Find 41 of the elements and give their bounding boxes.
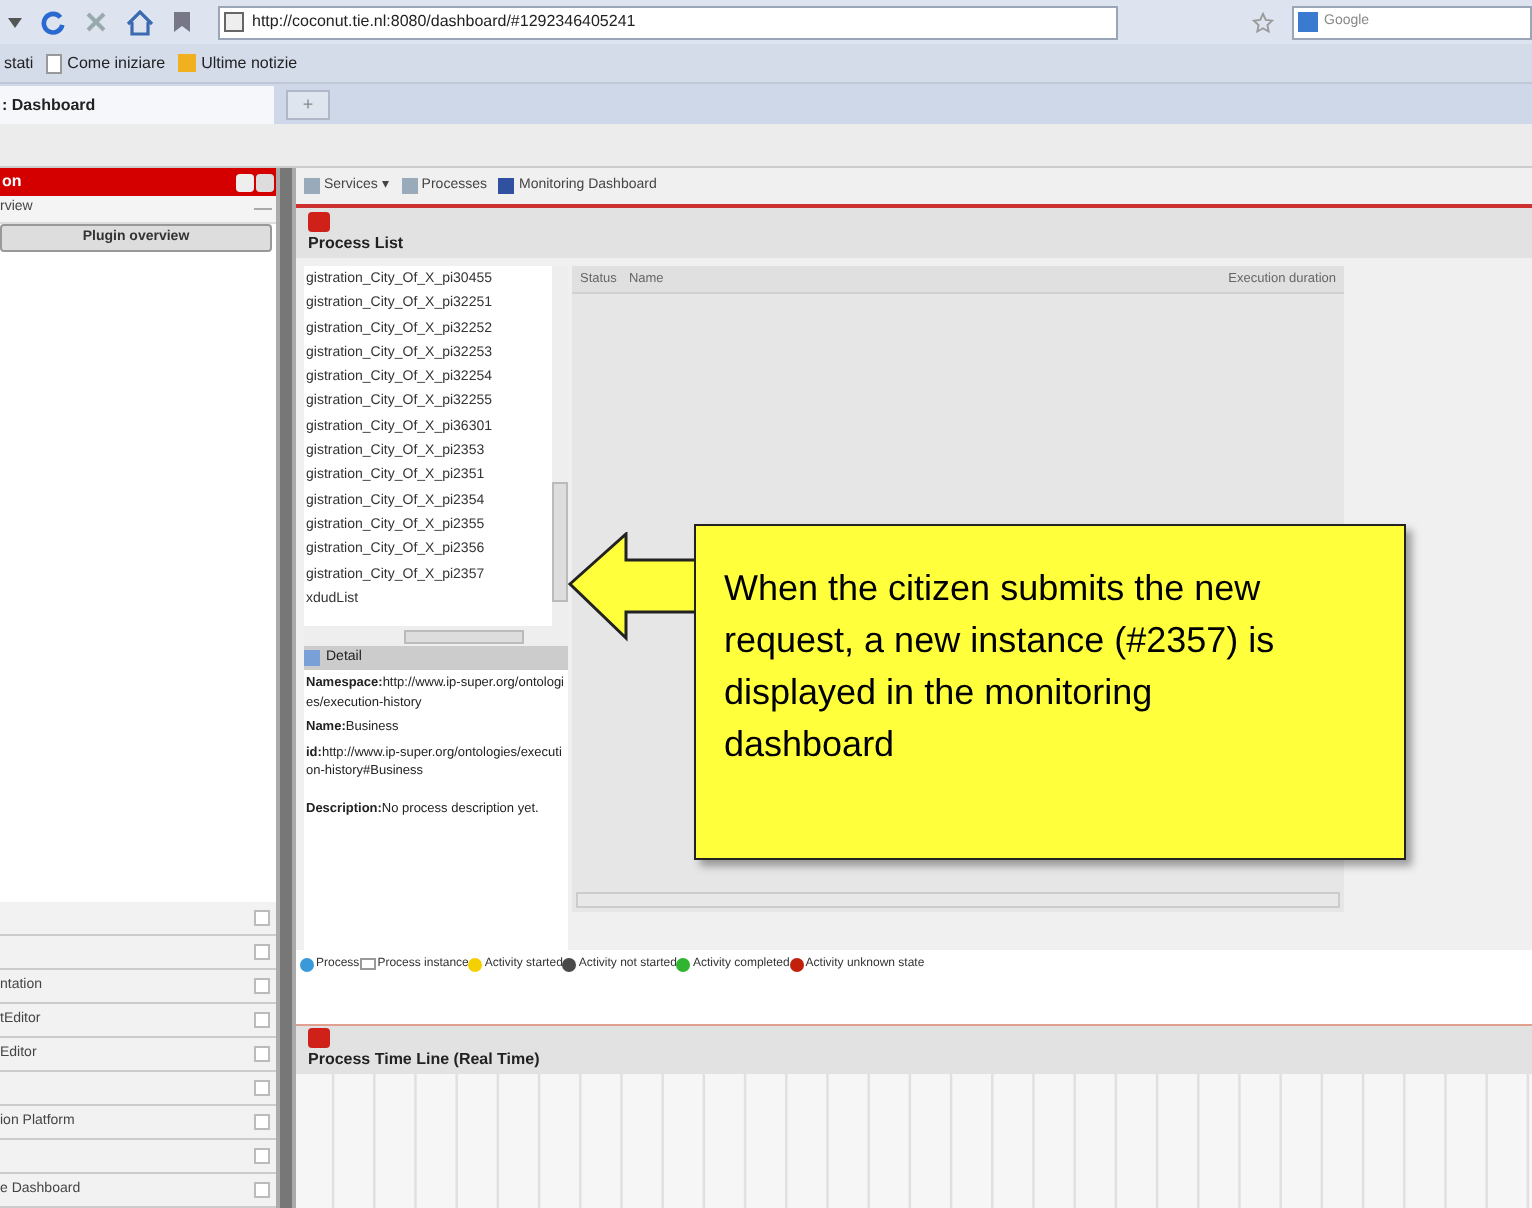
page-icon [45, 53, 62, 73]
bookmark-link[interactable]: Ultime notizie [177, 51, 298, 75]
panel-title: on [2, 170, 22, 194]
bookmark-link[interactable]: Come iniziare [45, 51, 166, 75]
panel-title: Process List [308, 231, 406, 255]
collapse-icon[interactable] [254, 1114, 270, 1130]
accordion-row[interactable] [0, 902, 276, 936]
callout-text: When the citizen submits the new request, a new instance (#2357) is displayed in the monitoring dashboard [724, 566, 1277, 768]
collapse-icon[interactable] [254, 1080, 270, 1096]
accordion-row[interactable] [0, 1140, 276, 1174]
caret-icon[interactable] [8, 17, 22, 27]
star-icon[interactable] [1252, 11, 1274, 33]
url-text: http://coconut.tie.nl:8080/dashboard/#1292346405241 [252, 10, 636, 34]
instance-icon [359, 958, 376, 970]
detail-icon [304, 650, 320, 666]
stop-icon [308, 211, 330, 231]
reload-icon[interactable] [40, 9, 66, 35]
bookmark-icon[interactable] [172, 10, 192, 34]
collapse-icon[interactable] [254, 944, 270, 960]
collapse-icon[interactable] [254, 1148, 270, 1164]
horizontal-scrollbar[interactable] [576, 892, 1340, 908]
stop-icon[interactable] [84, 10, 108, 34]
collapse-icon[interactable] [254, 1046, 270, 1062]
page-icon [224, 12, 244, 32]
feed-icon [177, 54, 196, 72]
accordion-row[interactable] [0, 936, 276, 970]
bookmark-link[interactable]: stati [4, 51, 34, 75]
browser-tab[interactable]: : Dashboard [0, 86, 274, 124]
accordion-row[interactable] [0, 1072, 276, 1106]
splitter-bar[interactable] [276, 168, 296, 1208]
stop-icon [308, 1028, 330, 1048]
collapse-icon[interactable] [254, 1182, 270, 1198]
url-field[interactable]: http://coconut.tie.nl:8080/dashboard/#1292346405241 [218, 5, 1118, 39]
search-engine-icon [1298, 12, 1318, 32]
panel-title: Process Time Line (Real Time) [308, 1048, 542, 1072]
chart-icon [498, 178, 515, 194]
collapse-icon[interactable] [254, 910, 270, 926]
horizontal-scrollbar[interactable] [304, 626, 568, 646]
collapse-icon[interactable] [254, 1012, 270, 1028]
collapse-icon[interactable] [254, 978, 270, 994]
home-icon[interactable] [126, 9, 154, 35]
